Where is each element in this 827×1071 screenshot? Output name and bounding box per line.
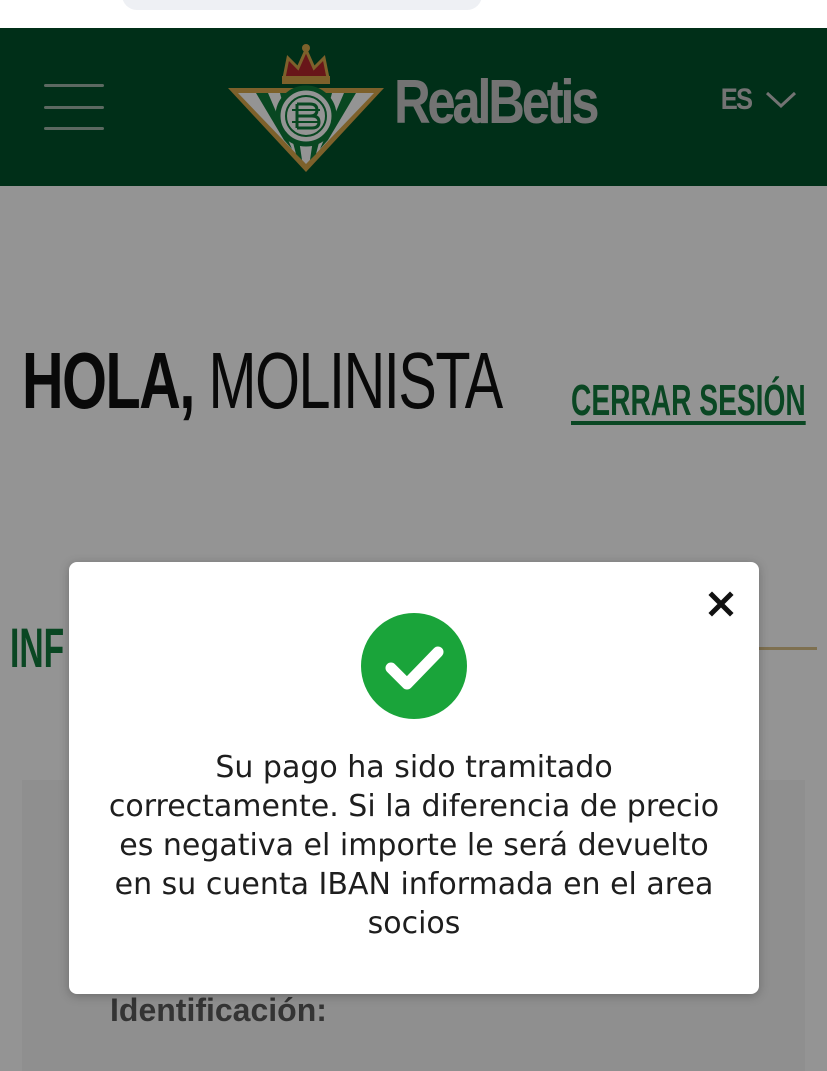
- dialog-message: Su pago ha sido tramitado correctamente.…: [108, 750, 720, 941]
- check-circle-icon: [361, 613, 467, 719]
- close-icon[interactable]: [701, 584, 741, 624]
- browser-top-strip: [0, 0, 827, 28]
- payment-success-dialog: Su pago ha sido tramitado correctamente.…: [69, 562, 759, 994]
- url-bar[interactable]: [122, 0, 482, 10]
